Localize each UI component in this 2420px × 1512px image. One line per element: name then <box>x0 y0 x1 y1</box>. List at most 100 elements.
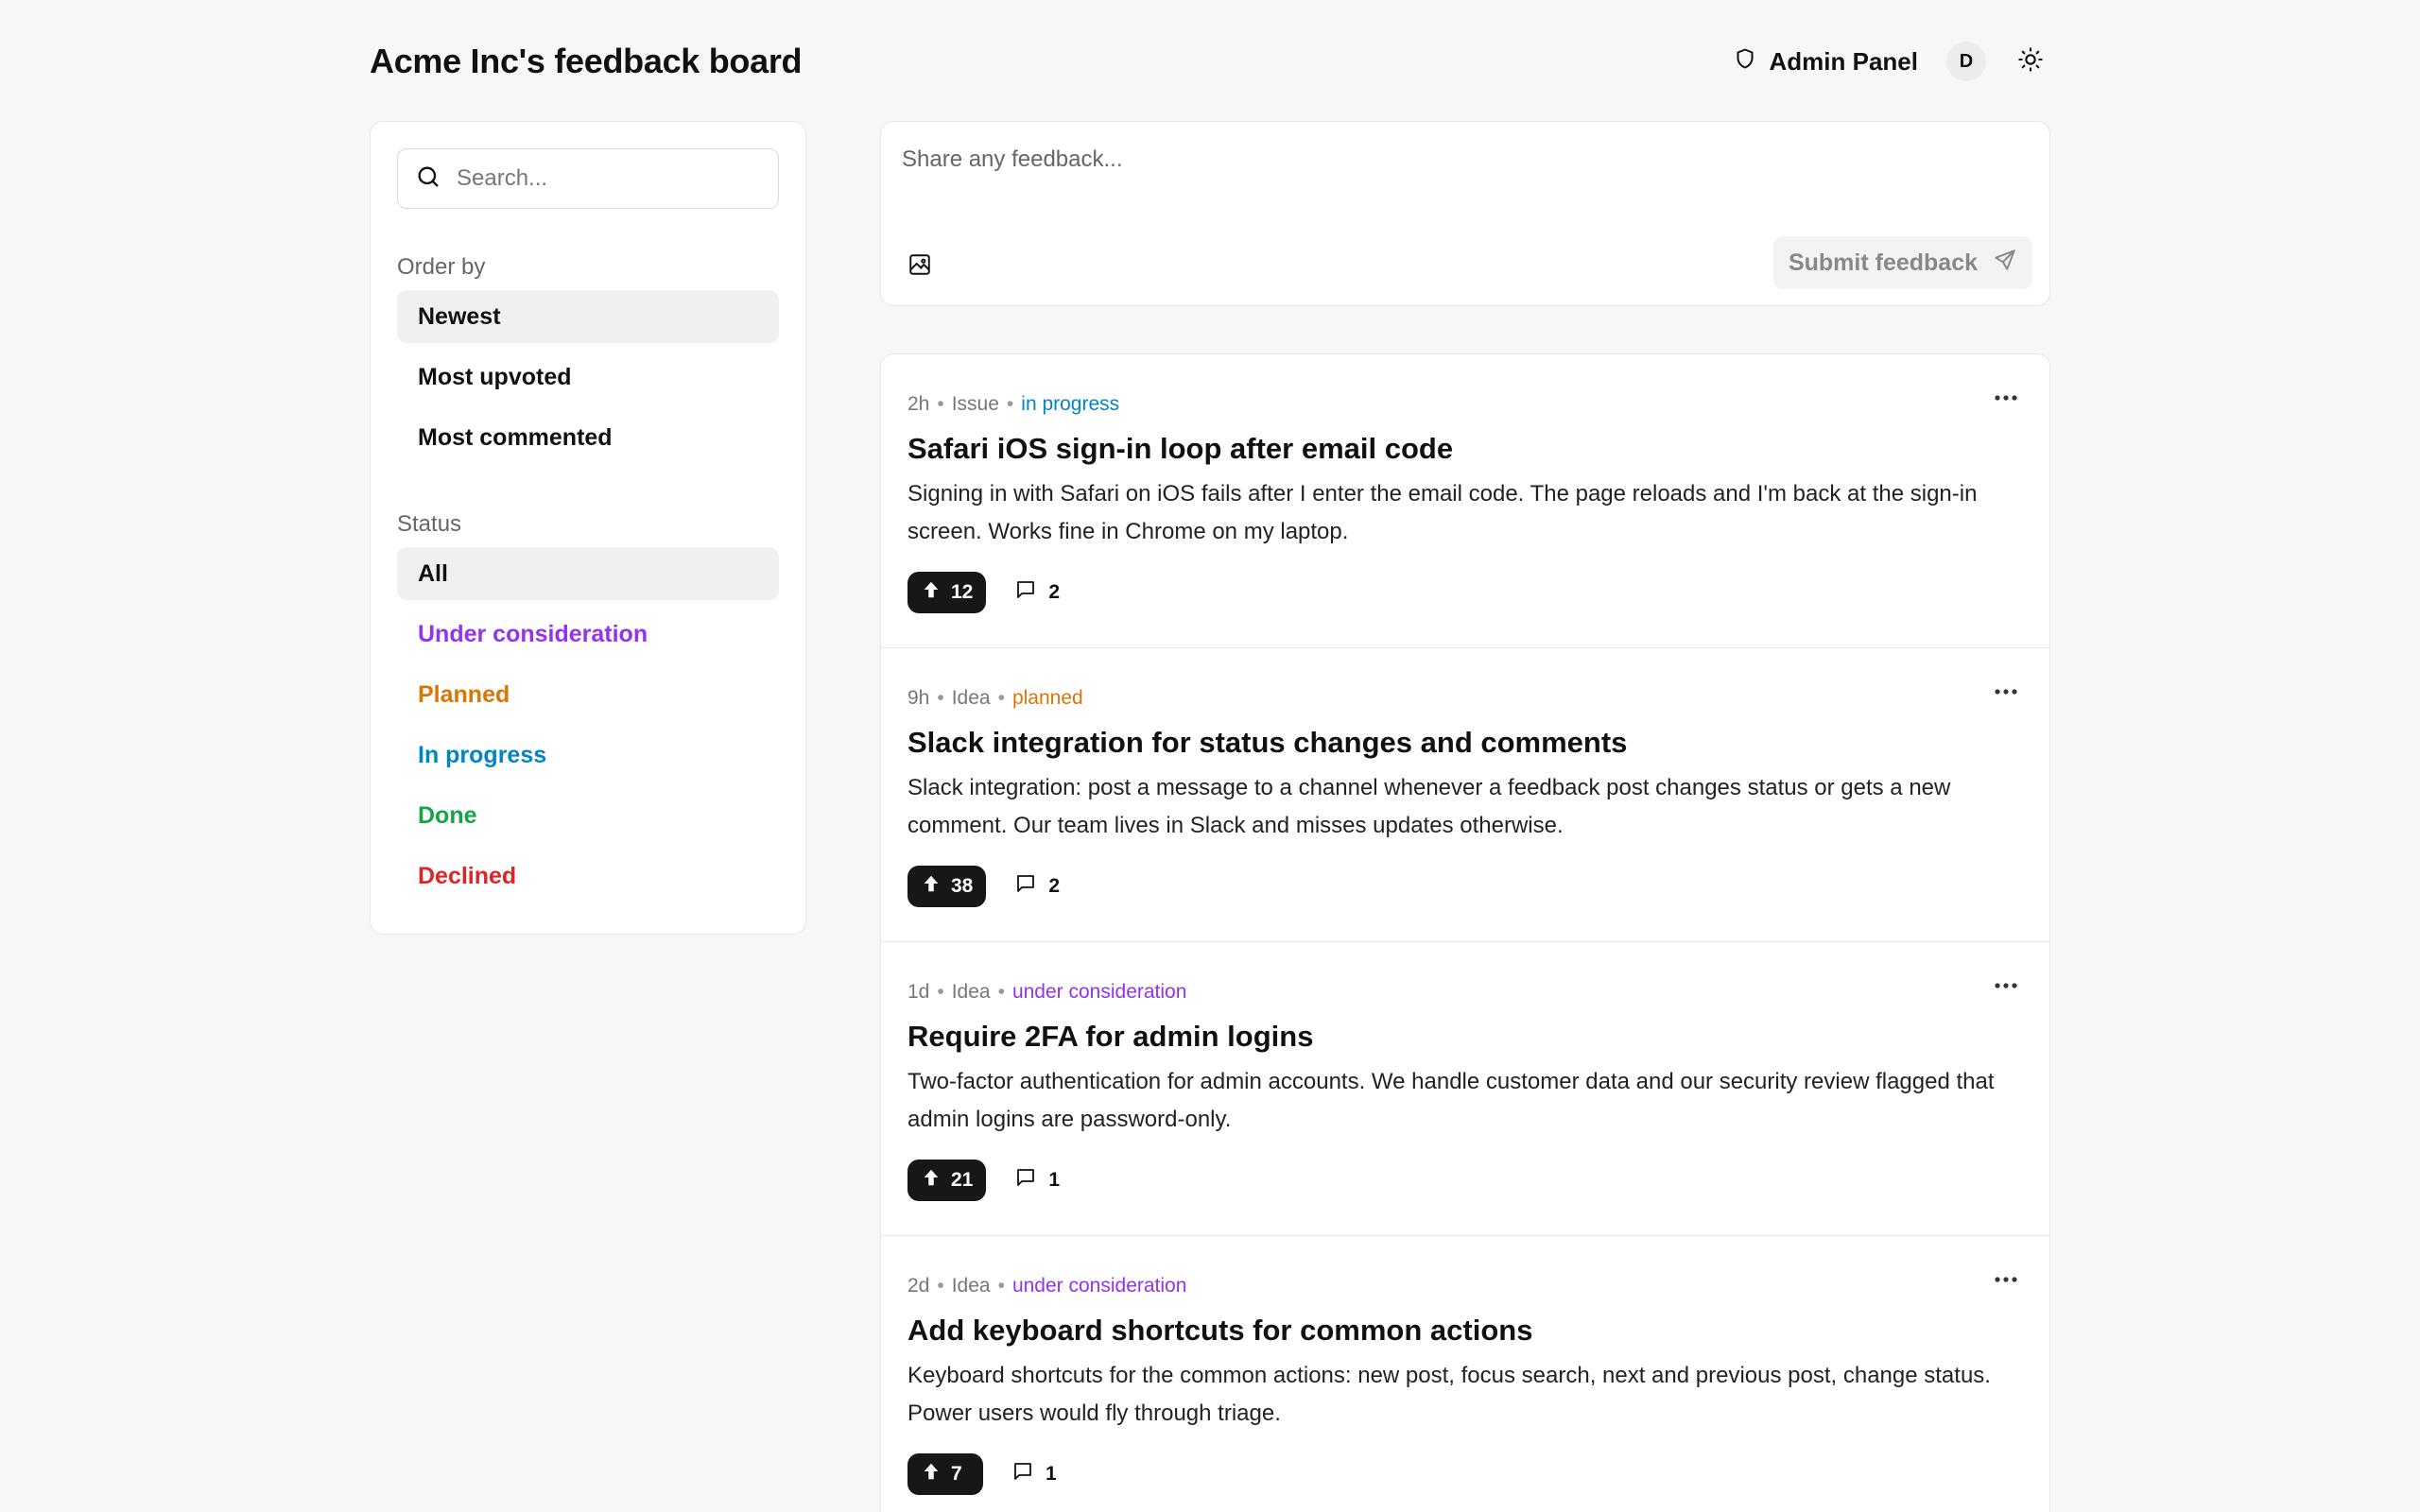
feedback-textarea[interactable] <box>902 146 2027 222</box>
post-title[interactable]: Safari iOS sign-in loop after email code <box>908 430 2023 468</box>
admin-panel-link[interactable]: Admin Panel <box>1730 40 1922 84</box>
status-item-all[interactable]: All <box>397 547 779 600</box>
order-by-heading: Order by <box>397 254 486 280</box>
post-type: Idea <box>951 1275 991 1297</box>
order-item-newest[interactable]: Newest <box>397 290 779 343</box>
post-actions: 12 2 <box>908 572 1060 613</box>
more-horizontal-icon <box>1994 683 2018 700</box>
status-heading: Status <box>397 511 462 537</box>
comment-count: 2 <box>1048 581 1061 603</box>
post-body: Signing in with Safari on iOS fails afte… <box>908 481 1978 544</box>
feedback-feed: 2h • Issue • in progress Safari iOS sign… <box>880 353 2050 1512</box>
arrow-up-icon <box>921 579 942 606</box>
upvote-count: 12 <box>951 581 974 603</box>
search-input[interactable] <box>457 165 761 192</box>
post-body: Two-factor authentication for admin acco… <box>908 1069 1995 1132</box>
send-icon <box>1993 248 2017 279</box>
post-title[interactable]: Add keyboard shortcuts for common action… <box>908 1312 2023 1349</box>
status-item-planned[interactable]: Planned <box>397 668 779 721</box>
post-more-button[interactable] <box>1991 1270 2021 1289</box>
status-item-declined[interactable]: Declined <box>397 850 779 902</box>
arrow-up-icon <box>921 1167 942 1194</box>
filter-sidebar: Order by Newest Most upvoted Most commen… <box>370 121 806 935</box>
feedback-post[interactable]: 1d • Idea • under consideration Require … <box>881 942 2049 1236</box>
attach-image-button[interactable] <box>902 249 938 284</box>
sun-icon <box>2017 46 2044 77</box>
upvote-button[interactable]: 12 <box>908 572 987 613</box>
more-horizontal-icon <box>1994 389 2018 406</box>
status-item-in-progress[interactable]: In progress <box>397 729 779 782</box>
message-square-icon <box>1014 872 1037 901</box>
feedback-post[interactable]: 2d • Idea • under consideration Add keyb… <box>881 1236 2049 1512</box>
feedback-composer: Submit feedback <box>880 121 2050 306</box>
post-time: 1d <box>908 981 930 1003</box>
post-more-button[interactable] <box>1991 682 2021 701</box>
meta-separator: • <box>937 687 944 709</box>
feedback-post[interactable]: 9h • Idea • planned Slack integration fo… <box>881 648 2049 942</box>
submit-feedback-label: Submit feedback <box>1788 249 1979 276</box>
post-status: in progress <box>1021 393 1120 415</box>
meta-separator: • <box>937 1275 944 1297</box>
post-title[interactable]: Slack integration for status changes and… <box>908 724 2023 762</box>
post-meta: 2h • Issue • in progress <box>908 390 2023 419</box>
image-icon <box>908 252 932 282</box>
arrow-up-icon <box>921 873 942 900</box>
comment-count: 2 <box>1048 875 1061 897</box>
upvote-count: 21 <box>951 1169 974 1191</box>
post-type: Idea <box>951 687 991 709</box>
comments-button[interactable]: 1 <box>1011 1460 1057 1488</box>
upvote-button[interactable]: 38 <box>908 866 987 907</box>
more-horizontal-icon <box>1994 1271 2018 1288</box>
feedback-post[interactable]: 2h • Issue • in progress Safari iOS sign… <box>881 354 2049 648</box>
status-item-under-consideration[interactable]: Under consideration <box>397 608 779 661</box>
meta-separator: • <box>1006 393 1014 415</box>
comments-button[interactable]: 1 <box>1014 1166 1060 1194</box>
theme-toggle-button[interactable] <box>2011 42 2050 81</box>
comments-button[interactable]: 2 <box>1014 872 1060 901</box>
board-title: Acme Inc's feedback board <box>370 42 803 80</box>
post-type: Issue <box>951 393 999 415</box>
upvote-count: 38 <box>951 875 974 897</box>
comment-count: 1 <box>1046 1463 1057 1485</box>
post-status: under consideration <box>1011 1275 1187 1297</box>
shield-icon <box>1734 47 1756 77</box>
post-body: Keyboard shortcuts for the common action… <box>908 1363 1991 1426</box>
post-actions: 7 1 <box>908 1453 1057 1495</box>
feedback-board-page: Acme Inc's feedback board Admin Panel D <box>0 0 2420 1512</box>
meta-separator: • <box>997 1275 1005 1297</box>
submit-feedback-button[interactable]: Submit feedback <box>1773 236 2032 289</box>
order-item-most-upvoted[interactable]: Most upvoted <box>397 351 779 404</box>
message-square-icon <box>1011 1460 1034 1488</box>
message-square-icon <box>1014 1166 1037 1194</box>
user-avatar[interactable]: D <box>1946 42 1986 81</box>
post-meta: 2d • Idea • under consideration <box>908 1272 2023 1300</box>
post-more-button[interactable] <box>1991 388 2021 407</box>
upvote-button[interactable]: 21 <box>908 1160 987 1201</box>
post-status: under consideration <box>1011 981 1187 1003</box>
post-title[interactable]: Require 2FA for admin logins <box>908 1018 2023 1056</box>
search-icon <box>415 163 441 195</box>
comments-button[interactable]: 2 <box>1014 578 1060 607</box>
post-status: planned <box>1011 687 1083 709</box>
post-time: 9h <box>908 687 930 709</box>
upvote-button[interactable]: 7 <box>908 1453 983 1495</box>
arrow-up-icon <box>921 1461 942 1487</box>
post-meta: 1d • Idea • under consideration <box>908 978 2023 1006</box>
meta-separator: • <box>997 981 1005 1003</box>
post-actions: 38 2 <box>908 866 1060 907</box>
meta-separator: • <box>937 393 944 415</box>
post-type: Idea <box>951 981 991 1003</box>
post-actions: 21 1 <box>908 1160 1060 1201</box>
post-meta: 9h • Idea • planned <box>908 684 2023 713</box>
post-time: 2d <box>908 1275 930 1297</box>
meta-separator: • <box>937 981 944 1003</box>
meta-separator: • <box>997 687 1005 709</box>
post-more-button[interactable] <box>1991 976 2021 995</box>
search-box[interactable] <box>397 148 779 209</box>
order-item-most-commented[interactable]: Most commented <box>397 411 779 464</box>
post-time: 2h <box>908 393 930 415</box>
comment-count: 1 <box>1048 1169 1061 1191</box>
header-actions: Admin Panel D <box>1730 40 2050 84</box>
status-item-done[interactable]: Done <box>397 789 779 842</box>
admin-panel-label: Admin Panel <box>1769 46 1918 76</box>
